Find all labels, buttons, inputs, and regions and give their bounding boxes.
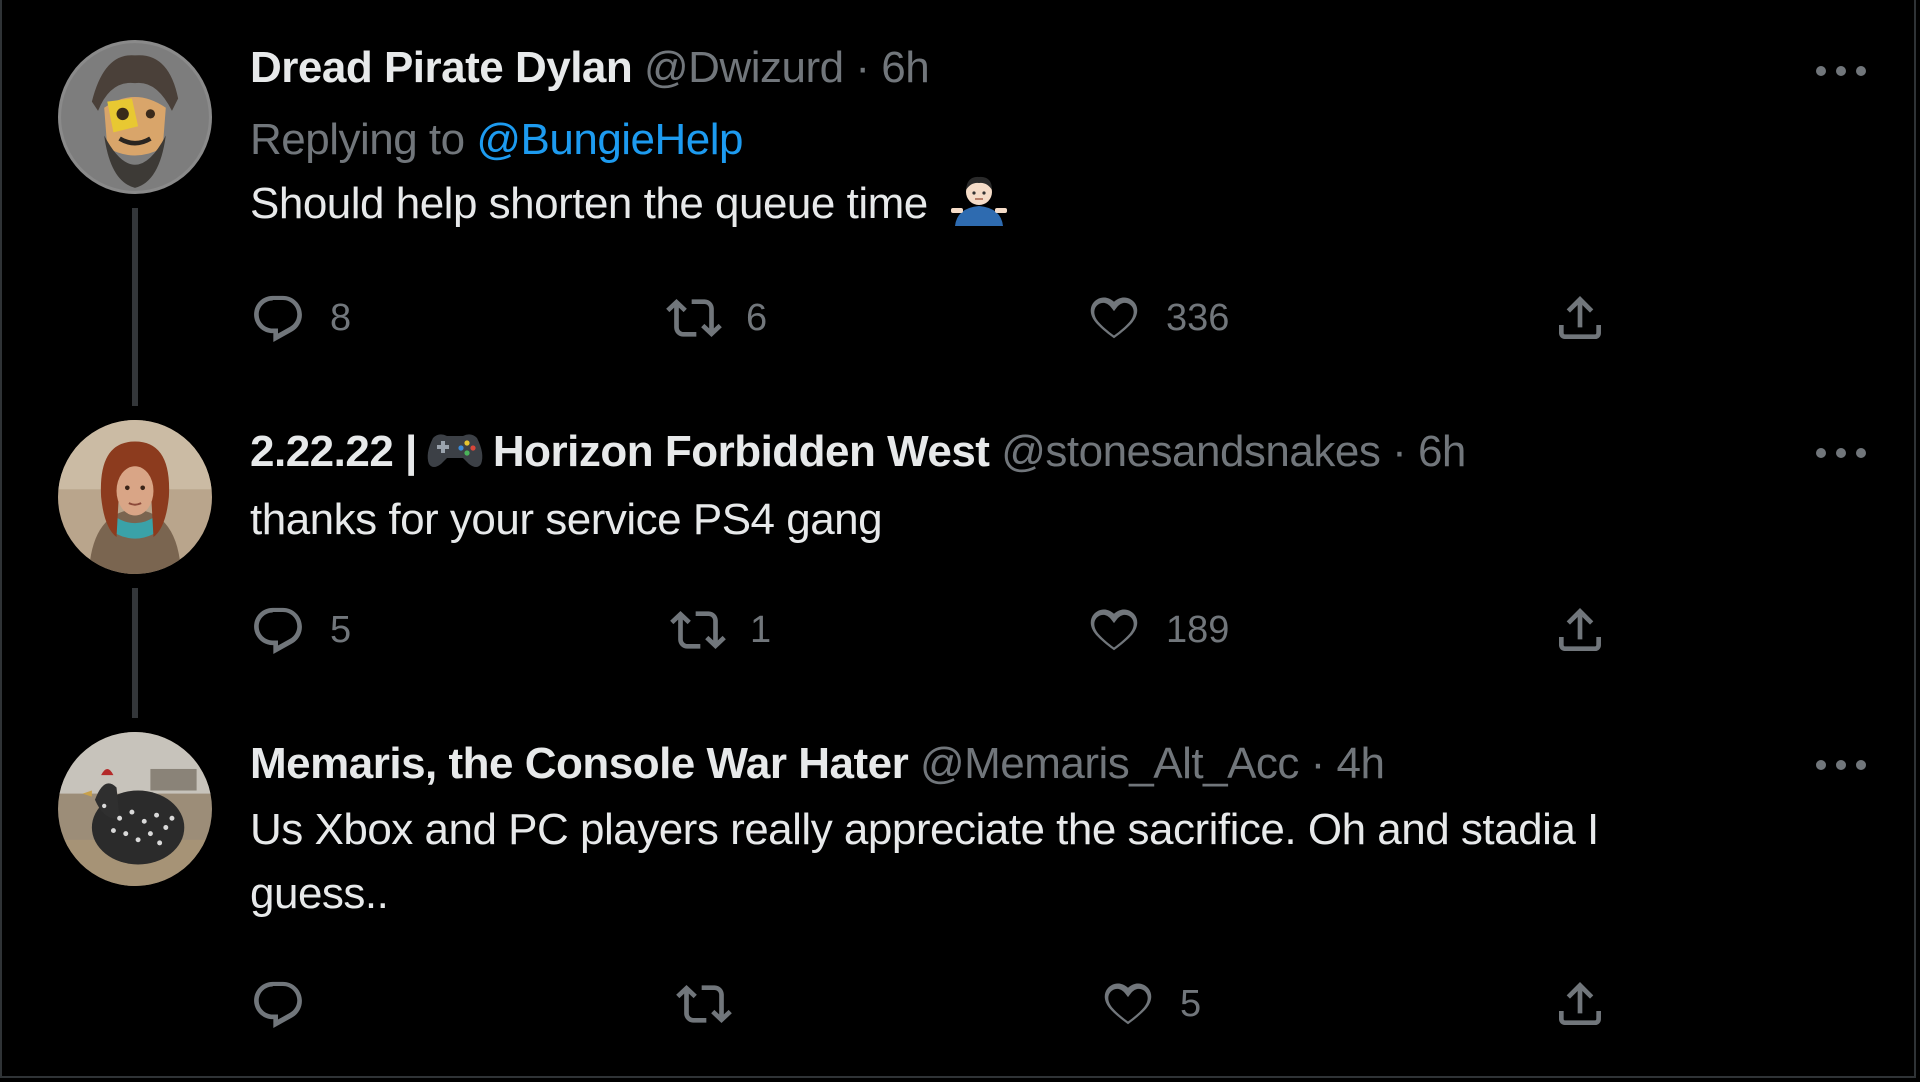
display-name[interactable]: Dread Pirate Dylan [250,43,633,92]
timestamp[interactable]: 4h [1337,739,1385,788]
display-name[interactable]: Memaris, the Console War Hater [250,739,909,788]
tweet-text-line: guess.. [250,869,389,918]
like-count: 189 [1166,608,1230,651]
separator-dot: · [1380,427,1418,476]
retweet-icon [676,985,732,1023]
retweet-button[interactable]: 1 [670,600,771,660]
reply-icon [254,295,302,342]
reply-icon [254,607,302,654]
tweet-text-content: thanks for your service PS4 gang [250,495,883,544]
like-count: 5 [1180,982,1202,1025]
reply-button[interactable]: 5 [250,600,351,660]
timestamp[interactable]: 6h [881,43,929,92]
share-button[interactable] [1552,600,1608,660]
heart-icon [1090,609,1138,651]
like-button[interactable]: 189 [1086,600,1229,660]
share-button[interactable] [1552,288,1608,348]
avatar-pirate-icon [58,40,212,194]
retweet-icon [666,299,722,337]
tweet-text-content: Should help shorten the queue time [250,179,928,228]
timestamp[interactable]: 6h [1418,427,1466,476]
tweet-text: thanks for your service PS4 gang [250,488,1800,552]
retweet-count: 6 [746,296,768,339]
avatar[interactable] [58,732,212,886]
tweet-header: 2.22.22 | Horizon Forbidden West @stones… [250,426,1800,478]
share-button[interactable] [1552,974,1608,1034]
share-icon [1559,296,1601,339]
tweet-text: Should help shorten the queue time [250,172,1800,236]
avatar[interactable] [58,40,212,194]
game-controller-emoji-icon [427,434,483,467]
retweet-button[interactable] [676,974,756,1034]
tweet-header: Memaris, the Console War Hater @Memaris_… [250,738,1800,790]
more-options-icon[interactable] [1816,64,1866,78]
person-shrugging-emoji-icon [951,176,1008,226]
tweet-text: Us Xbox and PC players really appreciate… [250,798,1800,926]
like-button[interactable]: 336 [1086,288,1229,348]
handle[interactable]: @stonesandsnakes [1001,427,1381,476]
tweet-text-line: Us Xbox and PC players really appreciate… [250,805,1599,854]
retweet-count: 1 [750,608,772,651]
more-options-icon[interactable] [1816,758,1866,772]
display-name[interactable]: Horizon Forbidden West [493,427,990,476]
separator-dot: · [843,43,882,92]
reply-button[interactable] [250,974,330,1034]
mention-link[interactable]: @BungieHelp [476,115,743,164]
display-name-prefix[interactable]: 2.22.22 | [250,427,417,476]
reply-icon [254,981,302,1028]
heart-icon [1090,297,1138,339]
replying-to: Replying to @BungieHelp [250,114,1800,166]
like-count: 336 [1166,296,1230,339]
avatar[interactable] [58,420,212,574]
tweet-header: Dread Pirate Dylan @Dwizurd · 6h [250,42,1800,94]
heart-icon [1104,983,1152,1025]
like-button[interactable]: 5 [1100,974,1201,1034]
avatar-aloy-icon [58,420,212,574]
handle[interactable]: @Memaris_Alt_Acc [920,739,1299,788]
thread-line [132,208,138,406]
reply-count: 5 [330,608,352,651]
reply-button[interactable]: 8 [250,288,351,348]
tweet-content: Dread Pirate Dylan @Dwizurd · 6h Replyin… [250,42,1800,236]
reply-count: 8 [330,296,352,339]
replying-to-label: Replying to [250,115,477,164]
tweet-content: 2.22.22 | Horizon Forbidden West @stones… [250,426,1800,552]
avatar-chicken-icon [58,732,212,886]
share-icon [1559,608,1601,651]
tweet-content: Memaris, the Console War Hater @Memaris_… [250,738,1800,926]
retweet-button[interactable]: 6 [666,288,767,348]
thread-line [132,588,138,718]
more-options-icon[interactable] [1816,446,1866,460]
share-icon [1559,982,1601,1025]
retweet-icon [670,611,726,649]
handle[interactable]: @Dwizurd [644,43,844,92]
separator-dot: · [1298,739,1337,788]
